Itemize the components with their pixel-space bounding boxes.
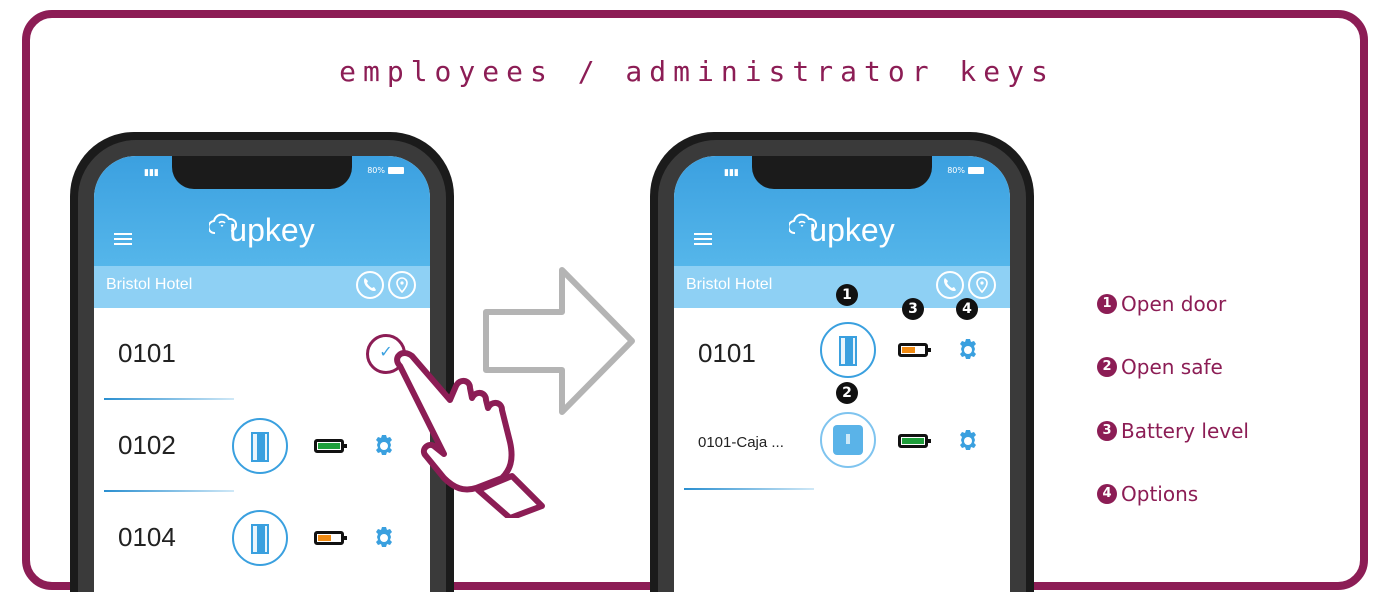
app-logo: upkey	[674, 212, 1010, 249]
battery-icon	[968, 167, 984, 174]
location-button[interactable]	[388, 271, 416, 299]
phone-notch	[752, 156, 932, 189]
marker-1: 1	[836, 284, 858, 306]
location-pin-icon	[976, 277, 988, 294]
room-label: 0102	[118, 430, 176, 460]
call-button[interactable]	[356, 271, 384, 299]
battery-level-icon	[314, 531, 347, 545]
status-battery: 80%	[367, 166, 404, 175]
battery-level-icon	[314, 439, 347, 453]
battery-level-icon	[898, 434, 931, 448]
phone-icon	[944, 278, 956, 292]
call-button[interactable]	[936, 271, 964, 299]
door-icon	[839, 336, 857, 366]
room-label: 0101	[698, 338, 756, 368]
location-pin-icon	[396, 277, 408, 294]
legend-label: Open safe	[1121, 355, 1223, 379]
phone-icon	[364, 278, 376, 292]
signal-icon: ▮▮▮	[144, 168, 159, 178]
app-logo: upkey	[94, 212, 430, 249]
legend-item: 1 Open door	[1097, 292, 1226, 316]
status-battery: 80%	[947, 166, 984, 175]
legend-label: Open door	[1121, 292, 1227, 316]
legend-item: 4 Options	[1097, 482, 1198, 506]
legend-number: 3	[1097, 421, 1117, 441]
open-door-button[interactable]	[232, 418, 288, 474]
location-button[interactable]	[968, 271, 996, 299]
room-label: 0101-Caja ...	[698, 434, 784, 451]
legend-label: Options	[1121, 482, 1199, 506]
legend-label: Battery level	[1121, 419, 1249, 443]
hotel-name: Bristol Hotel	[106, 276, 193, 293]
room-label: 0104	[118, 522, 176, 552]
gear-icon[interactable]	[372, 526, 396, 550]
phone-notch	[172, 156, 352, 189]
battery-icon	[388, 167, 404, 174]
gear-icon[interactable]	[956, 429, 980, 453]
open-door-button[interactable]	[820, 322, 876, 378]
hotel-bar: Bristol Hotel	[94, 266, 430, 308]
legend-number: 1	[1097, 294, 1117, 314]
legend-item: 2 Open safe	[1097, 355, 1223, 379]
legend-number: 2	[1097, 357, 1117, 377]
row-divider	[684, 488, 814, 490]
signal-icon: ▮▮▮	[724, 168, 739, 178]
door-icon	[251, 432, 269, 462]
page-title: employees / administrator keys	[339, 55, 1055, 88]
phone-right-screen: ▮▮▮ 80% upkey Bristol Hotel 1 3 4 0101 2…	[674, 156, 1010, 592]
battery-level-icon	[898, 343, 931, 357]
safe-icon	[833, 425, 863, 455]
arrow-right-icon	[483, 267, 635, 415]
door-icon	[251, 524, 269, 554]
open-safe-button[interactable]	[820, 412, 876, 468]
list-item[interactable]: 0101-Caja ...	[674, 396, 1010, 490]
legend-item: 3 Battery level	[1097, 419, 1249, 443]
legend-number: 4	[1097, 484, 1117, 504]
room-label: 0101	[118, 338, 176, 368]
phone-right: ▮▮▮ 80% upkey Bristol Hotel 1 3 4 0101 2…	[650, 132, 1034, 592]
gear-icon[interactable]	[956, 338, 980, 362]
open-door-button[interactable]	[232, 510, 288, 566]
hotel-name: Bristol Hotel	[686, 276, 773, 293]
